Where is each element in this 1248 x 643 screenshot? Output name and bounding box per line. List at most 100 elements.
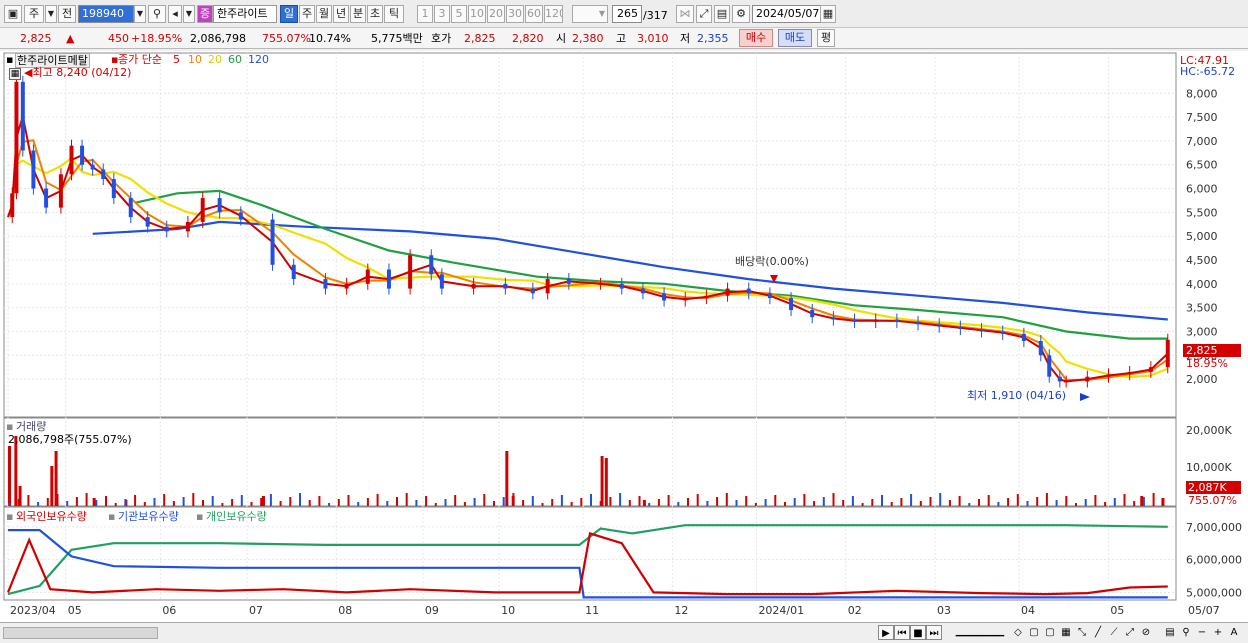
bottom-scrollbar: ▶ ⏮ ■ ⏭ ▁▁▁▁▁▁▁ ◇ ▢ ▢ ▦ ⤡ ╱ ⟋ ⤢ ⊘ ▤ ⚲ − … (0, 622, 1248, 643)
interval-0[interactable]: 1 (417, 5, 433, 23)
buy-button[interactable]: 매수 (739, 29, 773, 47)
volume-bar (512, 493, 515, 506)
volume-bar (250, 502, 253, 506)
speaker-icon[interactable]: ◂ (168, 5, 182, 23)
candle-body (619, 283, 624, 289)
period-6[interactable]: 틱 (384, 5, 404, 23)
volume-bar (444, 499, 447, 506)
x-tick-label: 10 (501, 604, 515, 617)
sell-button[interactable]: 매도 (778, 29, 812, 47)
chart-svg: 8,000 7,500 7,000 6,500 6,000 5,500 5,000 4,500… (3, 52, 1242, 617)
volume-bar (958, 496, 961, 506)
tool4-icon[interactable]: ▦ (1058, 625, 1074, 640)
market-all-select[interactable]: 전 (58, 5, 76, 23)
volume-bar (182, 497, 185, 506)
scroll-right-icon[interactable]: ▶ (878, 625, 894, 640)
count-input[interactable]: 265 (612, 5, 642, 23)
tool10-icon[interactable]: ▤ (1162, 625, 1178, 640)
tool5-icon[interactable]: ⤡ (1074, 625, 1090, 640)
volume-bar (522, 500, 525, 506)
period-4[interactable]: 분 (350, 5, 366, 23)
gear-icon[interactable]: ⚙ (732, 5, 750, 23)
volume-bar (221, 503, 224, 506)
candle-body (662, 293, 667, 301)
code-dropdown-icon[interactable]: ▼ (134, 5, 146, 23)
volume-bar (851, 496, 854, 506)
tool3-icon[interactable]: ▢ (1042, 625, 1058, 640)
window-menu-icon[interactable]: ▣ (4, 5, 22, 23)
volume-bar (483, 494, 486, 506)
avg-button[interactable]: 평 (817, 29, 835, 47)
interval-7[interactable]: 120 (544, 5, 563, 23)
volume-bar (37, 502, 40, 506)
interval-2[interactable]: 5 (451, 5, 467, 23)
volume-bar (822, 497, 825, 506)
volume-bar (1123, 494, 1126, 506)
candle-body (566, 279, 571, 284)
period-1[interactable]: 주 (299, 5, 315, 23)
candle-body (852, 319, 857, 322)
volume-bar (1016, 494, 1019, 506)
tool2-icon[interactable]: ▢ (1026, 625, 1042, 640)
period-0[interactable]: 일 (280, 5, 298, 23)
individual-holdings-label: 개인보유수량 (206, 510, 267, 523)
scroll-end-icon[interactable]: ⏭ (926, 625, 942, 640)
volume-bar (638, 496, 641, 506)
speaker-dropdown-icon[interactable]: ▼ (183, 5, 195, 23)
candle-body (14, 81, 19, 194)
candle-body (291, 264, 296, 280)
stop-icon[interactable]: ■ (910, 625, 926, 640)
ma20-label: 20 (208, 53, 222, 66)
save-icon[interactable]: ▤ (714, 5, 730, 23)
stock-code-input[interactable]: 198940 (78, 5, 134, 23)
zoom-slider[interactable]: ▁▁▁▁▁▁▁ (950, 625, 1010, 640)
price-tick-label: 5,000 (1186, 230, 1218, 243)
holdings-tick-label: 6,000,000 (1186, 554, 1242, 567)
zoom-icon[interactable]: ⤢ (696, 5, 712, 23)
link-icon[interactable]: ⋈ (676, 5, 694, 23)
x-tick-label: 04 (1021, 604, 1035, 617)
period-2[interactable]: 월 (316, 5, 332, 23)
search-icon[interactable]: ⚲ (148, 5, 166, 23)
calendar-icon[interactable]: ▦ (820, 5, 836, 23)
volume-bar (570, 502, 573, 506)
interval-4[interactable]: 20 (487, 5, 505, 23)
font-size-icon[interactable]: A (1226, 625, 1242, 640)
zoom-in-icon[interactable]: + (1210, 625, 1226, 640)
volume-bar (813, 501, 816, 506)
volume-bar (308, 500, 311, 506)
interval-1[interactable]: 3 (434, 5, 450, 23)
chevron-down-icon[interactable]: ▼ (45, 5, 57, 23)
scroll-start-icon[interactable]: ⏮ (894, 625, 910, 640)
market-type-select[interactable]: 주 (24, 5, 44, 23)
candle-body (471, 283, 476, 289)
candle-body (704, 295, 709, 299)
tool1-icon[interactable]: ◇ (1010, 625, 1026, 640)
volume-bar (386, 501, 389, 506)
bid-price: 2,820 (512, 32, 544, 45)
x-tick-label: 06 (162, 604, 176, 617)
volume-bar (580, 498, 583, 506)
interval-6[interactable]: 60 (525, 5, 543, 23)
volume-value-label: 2,086,798주(755.07%) (8, 433, 132, 446)
candle-body (200, 198, 205, 222)
candle-body (128, 198, 133, 218)
tool6-icon[interactable]: ╱ (1090, 625, 1106, 640)
interval-3[interactable]: 10 (468, 5, 486, 23)
low-price: 2,355 (697, 32, 729, 45)
x-tick-label: 08 (338, 604, 352, 617)
volume-bar (803, 494, 806, 506)
table-icon[interactable]: ▦ (9, 68, 21, 80)
magnifier-icon[interactable]: ⚲ (1178, 625, 1194, 640)
volume-bar (599, 501, 602, 506)
interval-dropdown-icon[interactable]: ▼ (572, 5, 608, 23)
interval-5[interactable]: 30 (506, 5, 524, 23)
period-3[interactable]: 년 (333, 5, 349, 23)
scroll-track[interactable] (3, 627, 158, 639)
zoom-out-icon[interactable]: − (1194, 625, 1210, 640)
price-tick-label: 7,500 (1186, 111, 1218, 124)
tool7-icon[interactable]: ⟋ (1106, 625, 1122, 640)
tool9-icon[interactable]: ⊘ (1138, 625, 1154, 640)
period-5[interactable]: 초 (367, 5, 383, 23)
tool8-icon[interactable]: ⤢ (1122, 625, 1138, 640)
